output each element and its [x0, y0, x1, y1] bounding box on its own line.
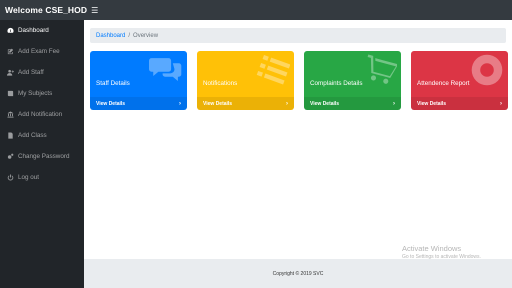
file-icon — [6, 131, 15, 140]
card-attendence-report[interactable]: Attendence Report View Details › — [411, 51, 508, 110]
list-icon — [256, 53, 291, 87]
comments-icon — [149, 53, 183, 87]
breadcrumb: Dashboard / Overview — [90, 28, 506, 43]
card-staff-details[interactable]: Staff Details View Details › — [90, 51, 187, 110]
card-notifications[interactable]: Notifications View Details › — [197, 51, 294, 110]
breadcrumb-current: Overview — [133, 32, 159, 39]
watermark-subtitle: Go to Settings to activate Windows. — [402, 254, 481, 260]
power-icon — [6, 173, 15, 182]
sidebar-item-add-class[interactable]: Add Class — [0, 125, 84, 146]
watermark-title: Activate Windows — [402, 244, 462, 253]
dashboard-icon — [6, 26, 15, 35]
sidebar: Dashboard Add Exam Fee Add Staff My Subj… — [0, 20, 84, 288]
view-details-link[interactable]: View Details › — [411, 97, 508, 110]
sidebar-item-dashboard[interactable]: Dashboard — [0, 20, 84, 41]
user-plus-icon — [6, 68, 15, 77]
edit-icon — [6, 47, 15, 56]
breadcrumb-separator: / — [128, 32, 131, 39]
sidebar-item-my-subjects[interactable]: My Subjects — [0, 83, 84, 104]
card-title: Attendence Report — [417, 80, 470, 87]
windows-activation-watermark: Activate Windows Go to Settings to activ… — [402, 244, 481, 260]
shopping-cart-icon — [363, 53, 399, 87]
sidebar-item-change-password[interactable]: Change Password — [0, 146, 84, 167]
sidebar-item-label: Add Notification — [18, 111, 63, 118]
view-details-link[interactable]: View Details › — [90, 97, 187, 110]
card-footer-label: View Details — [417, 100, 447, 107]
chevron-right-icon: › — [393, 100, 395, 107]
card-footer-label: View Details — [310, 100, 340, 107]
sidebar-item-label: My Subjects — [18, 90, 53, 97]
view-details-link[interactable]: View Details › — [197, 97, 294, 110]
sidebar-item-label: Add Staff — [18, 69, 44, 76]
page-footer: Copyright © 2019 SVC — [84, 259, 512, 288]
card-complaints-details[interactable]: Complaints Details View Details › — [304, 51, 401, 110]
copyright-text: Copyright © 2019 SVC — [272, 270, 324, 277]
bank-icon — [6, 110, 15, 119]
chevron-right-icon: › — [179, 100, 181, 107]
sidebar-item-log-out[interactable]: Log out — [0, 167, 84, 188]
top-navbar: Welcome CSE_HOD ☰ — [0, 0, 512, 20]
breadcrumb-home-link[interactable]: Dashboard — [96, 33, 125, 39]
sidebar-item-add-staff[interactable]: Add Staff — [0, 62, 84, 83]
life-ring-icon — [470, 53, 504, 87]
chevron-right-icon: › — [286, 100, 288, 107]
sidebar-item-label: Dashboard — [18, 27, 49, 34]
card-title: Notifications — [203, 80, 238, 87]
sidebar-item-label: Change Password — [18, 153, 70, 160]
app-title[interactable]: Welcome CSE_HOD — [5, 5, 87, 15]
sidebar-item-add-exam-fee[interactable]: Add Exam Fee — [0, 41, 84, 62]
book-icon — [6, 89, 15, 98]
view-details-link[interactable]: View Details › — [304, 97, 401, 110]
sidebar-item-label: Log out — [18, 174, 40, 181]
sidebar-item-label: Add Class — [18, 132, 47, 139]
card-footer-label: View Details — [96, 100, 126, 107]
card-title: Staff Details — [96, 80, 130, 87]
hamburger-icon[interactable]: ☰ — [91, 6, 98, 15]
cogs-icon — [6, 152, 15, 161]
sidebar-item-add-notification[interactable]: Add Notification — [0, 104, 84, 125]
card-title: Complaints Details — [310, 80, 363, 87]
chevron-right-icon: › — [500, 100, 502, 107]
card-footer-label: View Details — [203, 100, 233, 107]
sidebar-item-label: Add Exam Fee — [18, 48, 60, 55]
